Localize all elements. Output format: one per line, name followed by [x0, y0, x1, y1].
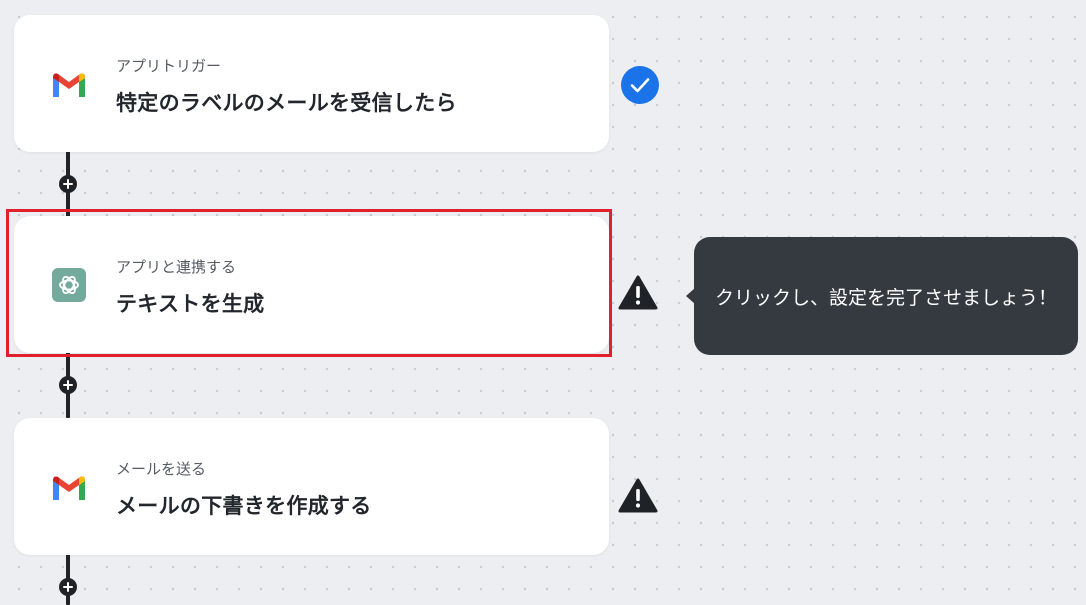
flow-step-card[interactable]: アプリトリガー 特定のラベルのメールを受信したら: [14, 15, 609, 152]
add-step-button[interactable]: [59, 175, 77, 193]
warning-icon: [618, 476, 658, 516]
hint-tooltip: クリックし、設定を完了させましょう！: [686, 237, 1078, 355]
plus-icon: [63, 582, 73, 592]
step-title: メールの下書きを作成する: [116, 494, 372, 518]
step-subtitle: アプリトリガー: [116, 57, 222, 75]
tooltip-arrow: [686, 288, 695, 304]
plus-icon: [63, 179, 73, 189]
step-title: 特定のラベルのメールを受信したら: [116, 91, 457, 115]
flow-step-card[interactable]: メールを送る メールの下書きを作成する: [14, 418, 609, 555]
add-step-button[interactable]: [59, 376, 77, 394]
gmail-icon: [50, 65, 88, 103]
tooltip-text: クリックし、設定を完了させましょう！: [714, 286, 1057, 309]
plus-icon: [63, 380, 73, 390]
step-subtitle: メールを送る: [116, 460, 207, 478]
add-step-button[interactable]: [59, 578, 77, 596]
check-icon: [620, 65, 660, 105]
gmail-icon: [50, 468, 88, 506]
warning-icon: [618, 273, 658, 313]
selected-step-highlight: [6, 209, 612, 357]
